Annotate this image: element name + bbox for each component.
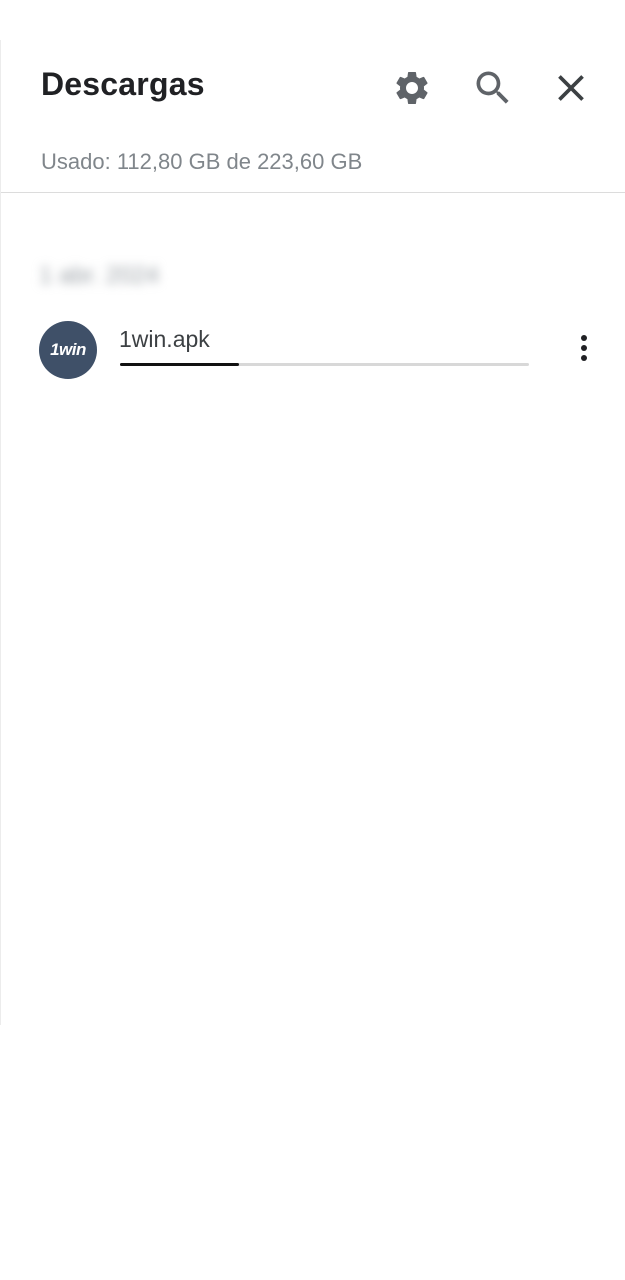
page-title: Descargas xyxy=(41,66,205,102)
downloads-panel: Descargas Usado: 112,80 GB de 223,60 GB … xyxy=(0,40,625,1025)
settings-button[interactable] xyxy=(390,66,434,110)
app-icon: 1win xyxy=(39,321,97,379)
date-group-label: 1 abr. 2024 xyxy=(39,262,160,289)
gear-icon xyxy=(392,68,432,108)
more-options-button[interactable] xyxy=(569,330,599,370)
file-name[interactable]: 1win.apk xyxy=(119,326,210,353)
download-progress-bar xyxy=(120,363,529,366)
storage-usage-text: Usado: 112,80 GB de 223,60 GB xyxy=(41,149,363,174)
download-item[interactable]: 1win 1win.apk xyxy=(39,320,599,384)
close-button[interactable] xyxy=(549,66,593,110)
download-progress-fill xyxy=(120,363,239,366)
search-icon xyxy=(471,66,515,110)
close-icon xyxy=(549,66,593,110)
header: Descargas Usado: 112,80 GB de 223,60 GB xyxy=(1,40,625,193)
more-vertical-icon xyxy=(579,333,589,368)
search-button[interactable] xyxy=(471,66,515,110)
